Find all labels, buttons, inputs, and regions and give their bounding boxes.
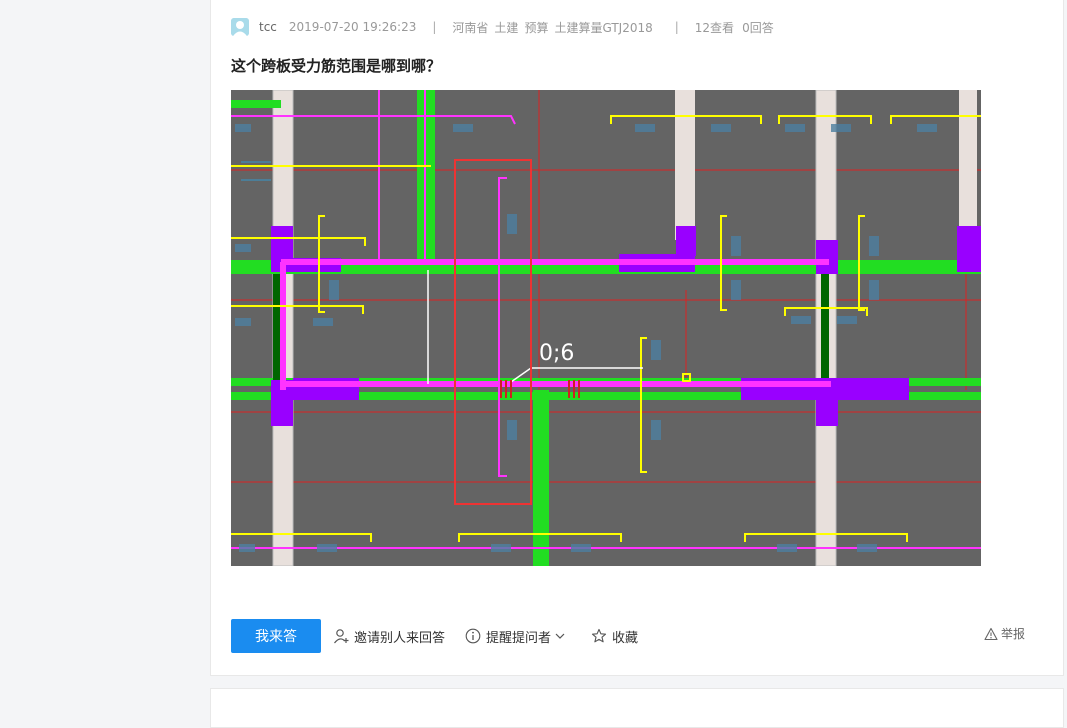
favorite-label: 收藏: [612, 630, 639, 646]
question-title[interactable]: 这个跨板受力筋范围是哪到哪？: [231, 55, 441, 76]
question-card: tcc 2019-07-20 19:26:23 | 河南省 土建 预算 土建算量…: [210, 0, 1064, 676]
user-add-icon: [334, 629, 349, 644]
invite-button[interactable]: 邀请别人来回答: [333, 627, 445, 646]
next-card: [210, 688, 1064, 728]
question-meta: tcc 2019-07-20 19:26:23 | 河南省 土建 预算 土建算量…: [231, 17, 774, 37]
divider: |: [432, 20, 437, 34]
invite-label: 邀请别人来回答: [354, 630, 446, 646]
report-label: 举报: [1000, 627, 1025, 641]
report-button[interactable]: 举报: [984, 625, 1025, 642]
divider: |: [674, 20, 679, 34]
view-count: 12查看: [694, 20, 735, 35]
post-datetime: 2019-07-20 19:26:23: [288, 20, 417, 34]
category-tag[interactable]: 土建算量GTJ2018: [554, 19, 652, 36]
cad-drawing: 0;6: [231, 90, 981, 566]
info-icon: [465, 628, 481, 644]
action-bar: 我来答 邀请别人来回答 提醒提问者 收藏 举报: [231, 619, 1045, 653]
avatar[interactable]: [231, 18, 249, 36]
remind-button[interactable]: 提醒提问者: [465, 627, 571, 646]
answer-count: 0回答: [742, 20, 774, 35]
star-icon: [591, 628, 607, 643]
remind-label: 提醒提问者: [486, 630, 552, 646]
drawing-annotation: 0;6: [539, 341, 574, 366]
category-tag[interactable]: 土建: [494, 19, 518, 36]
warning-icon: [984, 627, 998, 640]
category-tag[interactable]: 预算: [524, 19, 548, 36]
chevron-down-icon: [555, 633, 565, 639]
question-image[interactable]: 0;6: [231, 90, 981, 566]
answer-button[interactable]: 我来答: [231, 619, 321, 653]
favorite-button[interactable]: 收藏: [591, 627, 638, 646]
region-tag[interactable]: 河南省: [452, 19, 488, 36]
username[interactable]: tcc: [259, 20, 277, 34]
user-avatar-icon: [231, 18, 249, 36]
